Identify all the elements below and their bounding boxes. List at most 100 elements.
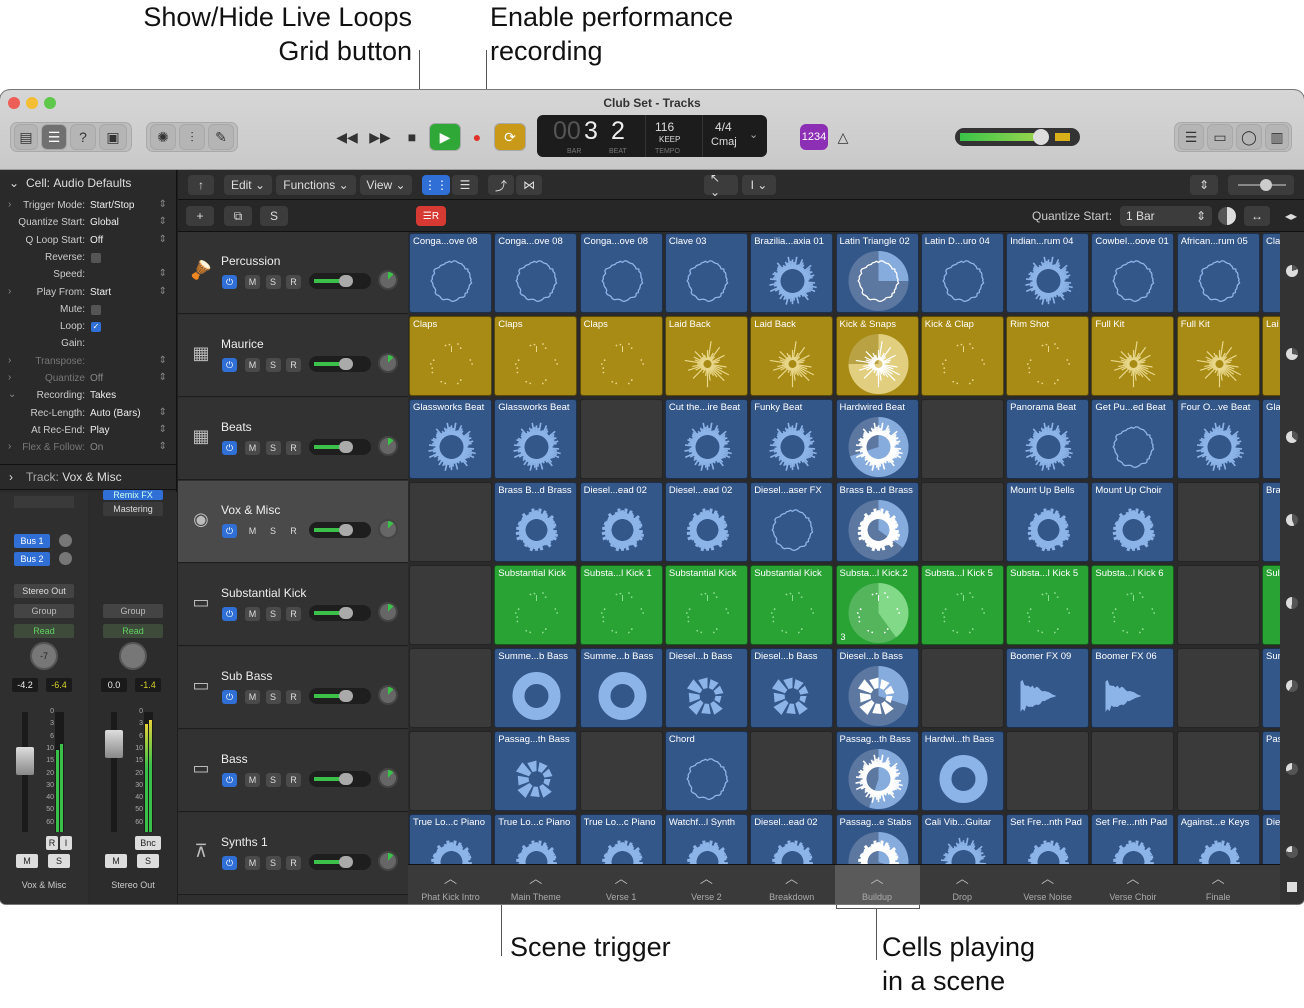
record-button[interactable]: R — [286, 690, 301, 704]
pan-knob[interactable] — [378, 602, 398, 622]
cell[interactable]: Hardwi...th Bass — [920, 731, 1004, 811]
cell[interactable]: Diesel...b Bass — [664, 648, 748, 728]
inspector-row[interactable]: Rec-Length: Auto (Bars) ⇕ — [0, 406, 177, 423]
empty-cell[interactable] — [1176, 565, 1260, 645]
cell[interactable]: Lai — [1262, 316, 1280, 396]
scene-trigger[interactable]: ︿ Verse Choir — [1090, 865, 1175, 904]
cell[interactable]: Claps — [409, 316, 492, 396]
enable-performance-recording-button[interactable]: ☰R — [416, 206, 446, 226]
pan-knob[interactable] — [378, 851, 398, 871]
pan-knob[interactable]: -7 — [30, 642, 58, 670]
fast-forward-icon[interactable]: ▶▶ — [366, 124, 394, 150]
track-stop-icon[interactable] — [1286, 597, 1298, 609]
scene-trigger[interactable]: ︿ Verse 1 — [579, 865, 664, 904]
rewind-icon[interactable]: ◀◀ — [333, 124, 361, 150]
cell[interactable]: Rim Shot — [1006, 316, 1090, 396]
cell-inspector-header[interactable]: ⌄ Cell: Audio Defaults — [0, 170, 177, 196]
cell[interactable]: Boomer FX 09 — [1006, 648, 1090, 728]
stepper-icon[interactable]: ⇕ — [159, 199, 167, 210]
toolbar-icon[interactable]: ▣ — [99, 124, 127, 150]
inspector-row[interactable]: Loop: ✓ — [0, 319, 177, 336]
inspector-row[interactable]: Speed: ⇕ — [0, 267, 177, 284]
track-header[interactable]: ▭ Sub Bass ⏻ M S R — [178, 647, 408, 729]
strip-solo-button[interactable]: S — [48, 854, 70, 868]
record-button[interactable]: R — [286, 358, 301, 372]
cell[interactable]: Pas — [1262, 731, 1280, 811]
cell-playing[interactable]: Hardwired Beat — [835, 399, 919, 479]
cell[interactable]: Kick & Clap — [920, 316, 1004, 396]
editors-icon[interactable]: ✎ — [208, 124, 234, 150]
solo-button[interactable]: S — [265, 524, 281, 538]
input-monitor-button[interactable]: I — [60, 836, 72, 850]
cell[interactable]: Conga...ove 08 — [409, 233, 492, 313]
flex-icon[interactable]: ⋈ — [516, 175, 542, 195]
smart-controls-icon[interactable]: ✺ — [150, 124, 176, 150]
pan-knob[interactable] — [378, 685, 398, 705]
stepper-icon[interactable]: ⇕ — [159, 372, 167, 383]
mute-button[interactable]: M — [245, 607, 260, 621]
cell[interactable]: Sur — [1262, 648, 1280, 728]
record-button[interactable]: R — [286, 856, 301, 870]
cell-playing[interactable]: Brass B...d Brass — [835, 482, 919, 562]
show-hide-live-loops-grid-button[interactable]: ⋮⋮ — [422, 175, 450, 195]
power-icon[interactable]: ⏻ — [222, 358, 237, 372]
cell[interactable]: African...rum 05 — [1176, 233, 1260, 313]
cell[interactable]: Substantial Kick — [750, 565, 834, 645]
cell[interactable]: Cali Vib...Guitar — [920, 814, 1004, 864]
cell[interactable]: Diesel...ead 02 — [579, 482, 663, 562]
quantize-start-select[interactable]: 1 Bar ⇕ — [1120, 206, 1212, 226]
scene-expand-icon[interactable]: ◂▸ — [1278, 206, 1304, 226]
mute-button[interactable]: M — [245, 275, 260, 289]
scene-trigger[interactable]: ︿ Buildup — [834, 865, 920, 904]
cell[interactable]: Die — [1262, 814, 1280, 864]
record-button[interactable]: R — [286, 773, 301, 787]
stepper-icon[interactable]: ⇕ — [159, 234, 167, 245]
track-volume-slider[interactable] — [309, 854, 371, 870]
cell[interactable]: Watchf...l Synth — [664, 814, 748, 864]
cell[interactable]: Four O...ve Beat — [1176, 399, 1260, 479]
solo-button[interactable]: S — [265, 358, 281, 372]
scene-trigger[interactable]: ︿ Main Theme — [493, 865, 578, 904]
stepper-icon[interactable]: ⇕ — [159, 286, 167, 297]
empty-cell[interactable] — [409, 731, 492, 811]
cell[interactable]: Set Fre...nth Pad — [1091, 814, 1175, 864]
list-editors-icon[interactable]: ☰ — [1178, 124, 1204, 150]
send-bus-1[interactable]: Bus 1 — [14, 534, 50, 548]
track-stop-icon[interactable] — [1286, 680, 1298, 692]
inspector-checkbox[interactable] — [91, 304, 101, 315]
output-select[interactable]: Stereo Out — [14, 584, 74, 598]
group-select[interactable]: Group — [14, 604, 74, 618]
volume-fader[interactable] — [105, 730, 123, 758]
inspector-row[interactable]: At Rec-End: Play ⇕ — [0, 423, 177, 440]
master-volume-slider[interactable] — [955, 128, 1080, 146]
automation-read[interactable]: Read — [103, 624, 163, 638]
track-volume-slider[interactable] — [309, 688, 371, 704]
empty-cell[interactable] — [1091, 731, 1175, 811]
track-stop-icon[interactable] — [1286, 348, 1298, 360]
inspector-value[interactable]: Global — [90, 217, 119, 228]
cell[interactable]: Diesel...aser FX — [750, 482, 834, 562]
solo-button[interactable]: S — [265, 275, 281, 289]
solo-button[interactable]: S — [265, 856, 281, 870]
cell[interactable]: Substa...l Kick 6 — [1091, 565, 1175, 645]
strip-solo-button[interactable]: S — [137, 854, 159, 868]
stepper-icon[interactable]: ⇕ — [159, 268, 167, 279]
inspector-row[interactable]: › Play From: Start ⇕ — [0, 285, 177, 302]
cell[interactable]: Substa...l Kick 5 — [920, 565, 1004, 645]
scene-trigger[interactable]: ︿ Verse Noise — [1005, 865, 1090, 904]
pan-knob[interactable] — [378, 768, 398, 788]
solo-button[interactable]: S — [265, 607, 281, 621]
up-arrow-icon[interactable]: ↑ — [188, 175, 214, 195]
cell[interactable]: Chord — [664, 731, 748, 811]
empty-cell[interactable] — [920, 482, 1004, 562]
cell[interactable]: True Lo...c Piano — [409, 814, 492, 864]
inspector-value[interactable]: Off — [90, 373, 103, 384]
cell[interactable]: Glassworks Beat — [409, 399, 492, 479]
track-inspector-header[interactable]: › Track: Vox & Misc — [0, 464, 177, 490]
cell[interactable]: Diesel...ead 02 — [750, 814, 834, 864]
scene-trigger[interactable]: ︿ Verse 2 — [664, 865, 749, 904]
cell[interactable]: Diesel...ead 02 — [664, 482, 748, 562]
solo-button[interactable]: S — [265, 773, 281, 787]
cell-playing[interactable]: Substa...l Kick.2 3 — [835, 565, 919, 645]
cell[interactable]: Substa...l Kick 1 — [579, 565, 663, 645]
